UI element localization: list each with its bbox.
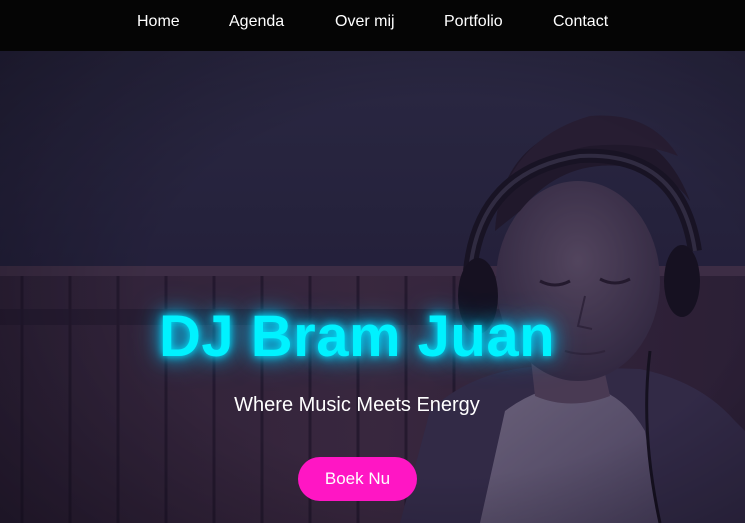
hero-subtitle: Where Music Meets Energy	[234, 394, 480, 416]
nav-item-home[interactable]: Home	[137, 13, 180, 31]
hero-overlay	[0, 51, 745, 523]
nav-item-over-mij[interactable]: Over mij	[335, 13, 395, 31]
nav-item-portfolio[interactable]: Portfolio	[444, 13, 503, 31]
top-navigation: Home Agenda Over mij Portfolio Contact	[0, 0, 745, 51]
hero-title: DJ Bram Juan	[158, 304, 556, 369]
hero-section	[0, 51, 745, 523]
nav-item-agenda[interactable]: Agenda	[229, 13, 284, 31]
page: Home Agenda Over mij Portfolio Contact D…	[0, 0, 745, 523]
book-now-button[interactable]: Boek Nu	[298, 457, 417, 501]
nav-item-contact[interactable]: Contact	[553, 13, 608, 31]
